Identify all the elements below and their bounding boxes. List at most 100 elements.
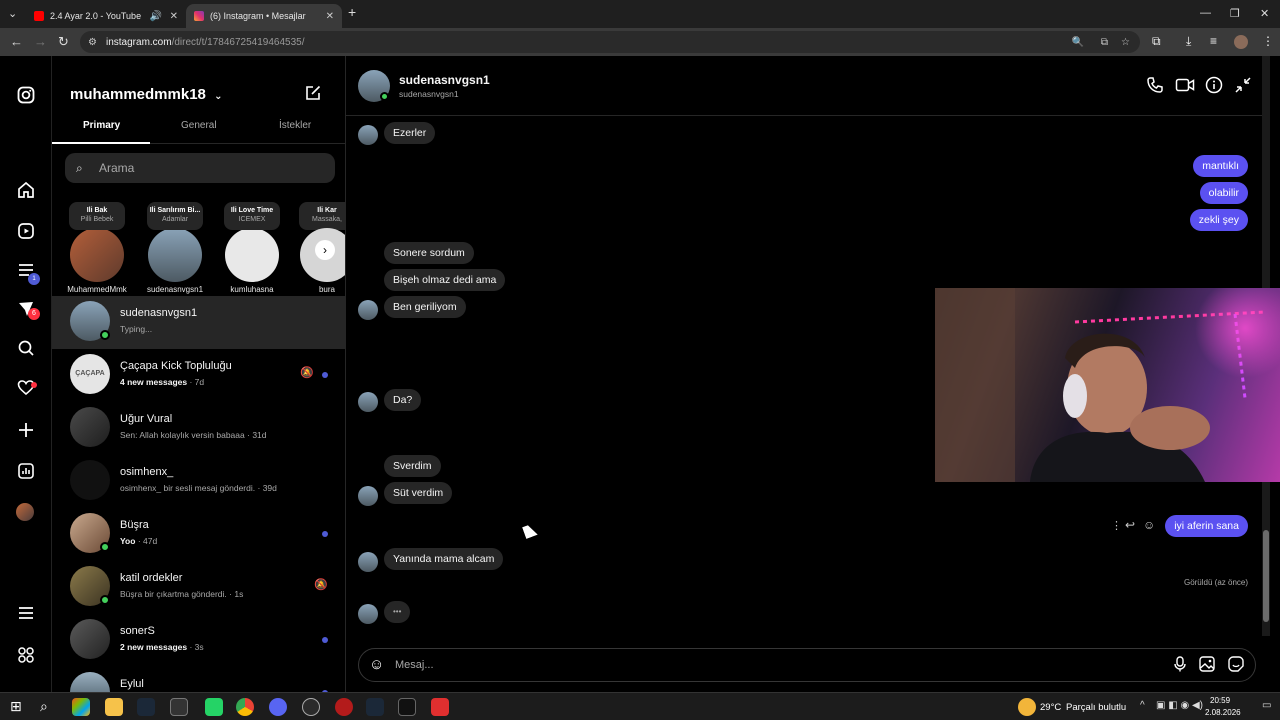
steam-icon[interactable] [366, 698, 384, 716]
site-info-icon[interactable]: ⚙ [88, 37, 97, 48]
message-bubble-received[interactable]: Sonere sordum [384, 242, 474, 264]
minimize-chat-icon[interactable] [1234, 76, 1252, 99]
message-bubble-received[interactable]: Sverdim [384, 455, 441, 477]
emoji-react-icon[interactable]: ☺ [1143, 518, 1155, 532]
search-icon[interactable] [16, 339, 36, 359]
app-icon[interactable] [431, 698, 449, 716]
message-bubble-received[interactable]: Ezerler [384, 122, 436, 144]
conversation-item[interactable]: sudenasnvgsn1 Typing... [52, 296, 345, 349]
message-bubble-sent[interactable]: iyi aferin sana [1165, 515, 1248, 537]
chat-scrollbar-thumb[interactable] [1263, 530, 1269, 622]
tab-youtube[interactable]: 2.4 Ayar 2.0 - YouTube 🔊 ✕ [26, 4, 186, 28]
whatsapp-icon[interactable] [205, 698, 223, 716]
media-icon[interactable]: ≡ [1210, 34, 1217, 48]
online-indicator [100, 330, 110, 340]
message-bubble-received[interactable]: Yanında mama alcam [384, 548, 504, 570]
message-bubble-received[interactable]: Ben geriliyom [384, 296, 466, 318]
url-domain: instagram.com [106, 36, 172, 48]
create-icon[interactable] [16, 421, 36, 441]
message-bubble-sent[interactable]: mantıklı [1193, 155, 1248, 177]
note-item[interactable]: Ili Bak Pilli Bebek MuhammedMmk [66, 202, 128, 294]
download-icon[interactable]: ⤓ [1186, 34, 1191, 49]
chrome-icon[interactable] [236, 698, 254, 716]
profile-avatar[interactable] [1234, 35, 1248, 49]
message-bubble-sent[interactable]: olabilir [1199, 182, 1248, 204]
account-switcher[interactable]: muhammedmmk18 ⌄ [70, 86, 222, 103]
note-item[interactable]: Ili Love Time ICEMEX kumluhasna [221, 202, 283, 294]
new-message-icon[interactable] [304, 84, 322, 107]
tray-icons[interactable]: ▣ ◧ ◉ ◀) [1156, 700, 1203, 711]
extensions-icon[interactable]: ⧉ [1152, 34, 1161, 49]
tab-primary[interactable]: Primary [83, 120, 120, 131]
image-icon[interactable] [1199, 656, 1215, 675]
more-icon[interactable] [16, 646, 36, 666]
clock-date[interactable]: 2.08.2026 [1205, 708, 1241, 717]
note-item[interactable]: Ili Kar Massaka, › bura [296, 202, 345, 294]
url-input[interactable]: ⚙ instagram.com/direct/t/178467254194645… [80, 31, 1140, 53]
reload-icon[interactable]: ↻ [58, 34, 69, 50]
start-icon[interactable]: ⊞ [10, 698, 22, 715]
search-input[interactable]: ⌕ Arama [65, 153, 335, 183]
emoji-icon[interactable]: ☺ [369, 649, 384, 681]
profile-icon[interactable] [16, 503, 36, 523]
home-icon[interactable] [16, 181, 36, 201]
cast-icon[interactable]: ⧉ [1101, 37, 1108, 48]
steam-icon[interactable] [137, 698, 155, 716]
browser-menu-icon[interactable]: ⋮ [1262, 34, 1274, 48]
message-bubble-received[interactable]: Da? [384, 389, 422, 411]
back-icon[interactable]: ← [10, 34, 23, 49]
copilot-icon[interactable] [72, 698, 90, 716]
zoom-icon[interactable]: 🔍 [1072, 37, 1084, 48]
dashboard-icon[interactable] [16, 462, 36, 482]
note-item[interactable]: Ili Sarılırım Bi... Adamlar sudenasnvgsn1 [144, 202, 206, 294]
phone-icon[interactable] [1146, 76, 1164, 99]
menu-icon[interactable] [16, 604, 36, 624]
tab-requests[interactable]: İstekler [279, 120, 311, 131]
message-bubble-received[interactable]: Süt verdim [384, 482, 453, 504]
message-input[interactable]: ☺ Mesaj... [358, 648, 1256, 682]
tray-chevron-icon[interactable]: ^ [1140, 700, 1145, 711]
conversation-item[interactable]: katil ordekler Büşra bir çıkartma gönder… [52, 561, 345, 614]
speaker-icon[interactable]: 🔊 [150, 11, 162, 22]
close-tab-icon[interactable]: ✕ [326, 11, 334, 22]
reels-icon[interactable] [16, 222, 36, 242]
microphone-icon[interactable] [1173, 656, 1187, 675]
app-icon[interactable] [302, 698, 320, 716]
forward-icon[interactable]: → [34, 34, 47, 49]
info-icon[interactable] [1205, 76, 1223, 99]
weather-temp[interactable]: 29°C [1040, 702, 1061, 713]
chat-contact-name[interactable]: sudenasnvgsn1 [399, 73, 490, 87]
chevron-right-icon[interactable]: › [315, 240, 335, 260]
reply-icon[interactable]: ↩ [1125, 518, 1135, 532]
restore-button[interactable]: ❐ [1230, 7, 1240, 20]
search-icon[interactable]: ⌕ [40, 698, 48, 715]
minimize-button[interactable]: — [1200, 7, 1211, 19]
close-tab-icon[interactable]: ✕ [170, 11, 178, 22]
conversation-item[interactable]: Büşra Yoo · 47d [52, 508, 345, 561]
conversation-item[interactable]: sonerS 2 new messages · 3s [52, 614, 345, 667]
conversation-item[interactable]: Uğur Vural Sen: Allah kolaylık versin ba… [52, 402, 345, 455]
tab-search-icon[interactable]: ⌄ [8, 7, 17, 20]
notification-icon[interactable]: ▭ [1262, 700, 1271, 711]
message-bubble-sent[interactable]: zekli şey [1189, 209, 1248, 231]
conversation-item[interactable]: ÇAÇAPA Çaçapa Kick Topluluğu 4 new messa… [52, 349, 345, 402]
sticker-icon[interactable] [1228, 656, 1244, 675]
conversation-item[interactable]: osimhenx_ osimhenx_ bir sesli mesaj gönd… [52, 455, 345, 508]
video-call-icon[interactable] [1175, 76, 1195, 99]
message-bubble-received[interactable]: Bişeh olmaz dedi ama [384, 269, 506, 291]
instagram-icon[interactable] [16, 86, 36, 106]
capcut-icon[interactable] [398, 698, 416, 716]
tab-instagram[interactable]: (6) Instagram • Mesajlar ✕ [186, 4, 342, 28]
clock-time[interactable]: 20:59 [1210, 696, 1230, 705]
new-tab-button[interactable]: + [348, 4, 356, 20]
chatgpt-icon[interactable] [170, 698, 188, 716]
conversation-item[interactable]: Eylul [52, 667, 345, 692]
tab-general[interactable]: General [181, 120, 217, 131]
close-window-button[interactable]: ✕ [1260, 7, 1269, 20]
bookmark-star-icon[interactable]: ☆ [1121, 37, 1130, 48]
file-explorer-icon[interactable] [105, 698, 123, 716]
weather-text[interactable]: Parçalı bulutlu [1066, 702, 1126, 713]
app-icon[interactable] [335, 698, 353, 716]
more-options-icon[interactable]: ⋮ [1111, 519, 1122, 532]
discord-icon[interactable] [269, 698, 287, 716]
